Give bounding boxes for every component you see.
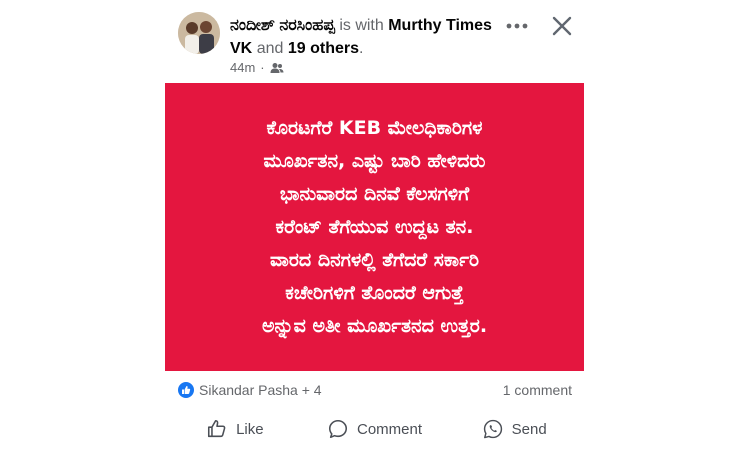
post-meta: 44m ·: [230, 60, 284, 75]
post-text-line: ಕಚೇರಿಗಳಿಗೆ ತೊಂದರೆ ಆಗುತ್ತೆ: [285, 281, 464, 304]
friends-icon[interactable]: [270, 62, 284, 74]
close-button[interactable]: [550, 14, 574, 38]
reaction-names: Sikandar Pasha + 4: [199, 382, 322, 398]
reactions-bar: Sikandar Pasha + 4 1 comment: [178, 380, 572, 400]
more-options-button[interactable]: [504, 17, 530, 35]
more-icon: [506, 23, 528, 29]
like-button[interactable]: Like: [165, 418, 305, 440]
post-title: ನಂದೀಶ್ ನರಸಿಂಹಪ್ಪ is with Murthy Times VK…: [230, 14, 500, 60]
comment-label: Comment: [356, 420, 423, 438]
whatsapp-icon: [483, 419, 502, 439]
separator: ·: [260, 60, 265, 75]
post-text-line: ಕೊರಟಗೆರೆ KEB ಮೇಲಧಿಕಾರಿಗಳ: [266, 116, 483, 139]
post-text: ಕೊರಟಗೆರೆ KEB ಮೇಲಧಿಕಾರಿಗಳ ಮೂರ್ಖತನ, ಎಷ್ಟು …: [185, 112, 565, 343]
post-text-line: ಮೂರ್ಖತನ, ಎಷ್ಟು ಬಾರಿ ಹೇಳಿದರು: [263, 149, 486, 172]
period: .: [358, 40, 364, 57]
post-text-line: ವಾರದ ದಿನಗಳಲ್ಲಿ ತೆಗೆದರೆ ಸರ್ಕಾರಿ: [269, 248, 480, 271]
comment-icon: [328, 419, 348, 439]
with-text: is with: [339, 17, 384, 34]
post-text-line: ಕರೆಂಟ್ ತೆಗೆಯುವ ಉದ್ದಟ ತನ.: [275, 215, 474, 238]
comment-count[interactable]: 1 comment: [503, 382, 572, 398]
author-name[interactable]: ನಂದೀಶ್ ನರಸಿಂಹಪ್ಪ: [230, 17, 335, 34]
timestamp[interactable]: 44m: [230, 60, 255, 75]
comment-button[interactable]: Comment: [305, 418, 445, 440]
post-header: ನಂದೀಶ್ ನರಸಿಂಹಪ್ಪ is with Murthy Times VK…: [178, 8, 588, 75]
avatar[interactable]: [178, 12, 220, 54]
others-link[interactable]: 19 others: [288, 40, 359, 57]
like-reaction-icon: [178, 382, 194, 398]
close-icon: [552, 16, 572, 36]
like-label: Like: [236, 420, 264, 438]
profile-photo: [178, 12, 220, 54]
post-content-card: ಕೊರಟಗೆರೆ KEB ಮೇಲಧಿಕಾರಿಗಳ ಮೂರ್ಖತನ, ಎಷ್ಟು …: [165, 83, 584, 371]
thumbs-up-icon: [208, 419, 226, 438]
action-bar: Like Comment Send: [165, 412, 584, 446]
send-label: Send: [511, 420, 547, 438]
send-button[interactable]: Send: [444, 418, 584, 440]
and-text: and: [256, 40, 284, 57]
reaction-summary[interactable]: Sikandar Pasha + 4: [178, 382, 322, 398]
post-text-line: ಭಾನುವಾರದ ದಿನವೆ ಕೆಲಸಗಳಿಗೆ: [279, 182, 470, 205]
post-text-line: ಅನ್ನುವ ಅತೀ ಮೂರ್ಖತನದ ಉತ್ತರ.: [261, 314, 488, 337]
